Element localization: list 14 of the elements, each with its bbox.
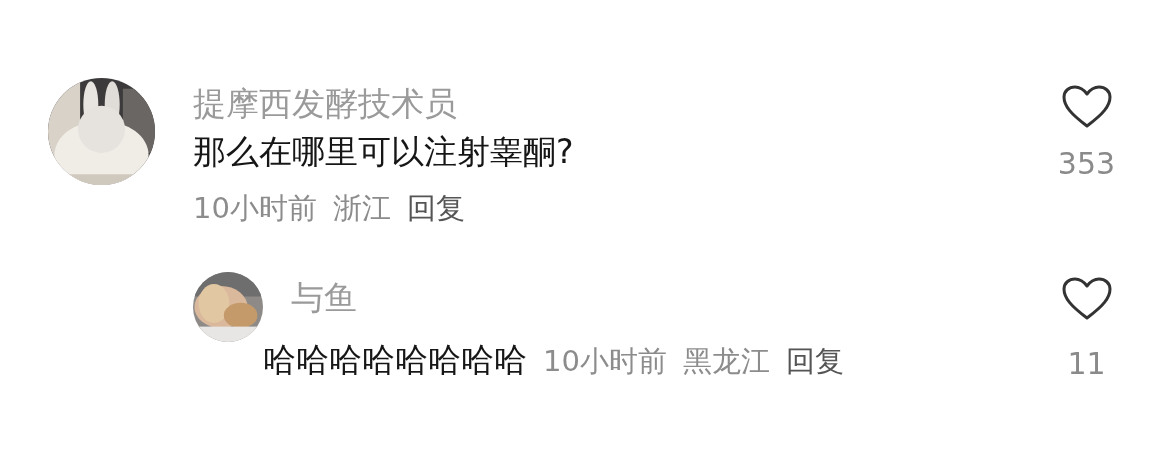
reply-link[interactable]: 回复	[785, 343, 844, 379]
heart-icon[interactable]	[1060, 84, 1113, 130]
reply-link[interactable]: 回复	[406, 191, 465, 226]
comment-time: 10小时前	[193, 191, 317, 226]
like-count: 353	[1057, 146, 1116, 182]
like-count: 11	[1067, 346, 1106, 382]
comment-text: 那么在哪里可以注射睾酮?	[193, 131, 575, 172]
comment-location: 黑龙江	[682, 343, 770, 379]
comment-time: 10小时前	[543, 343, 667, 379]
comment-text: 哈哈哈哈哈哈哈哈	[263, 339, 527, 380]
username: 提摩西发酵技术员	[193, 84, 458, 124]
comment-location: 浙江	[332, 191, 391, 226]
username: 与鱼	[291, 278, 358, 318]
heart-icon[interactable]	[1060, 276, 1113, 322]
